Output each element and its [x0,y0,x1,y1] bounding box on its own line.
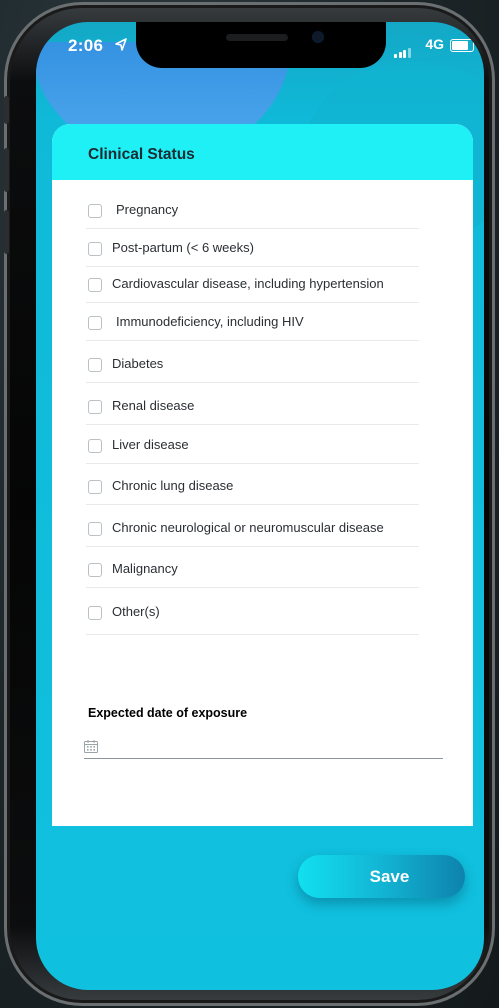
condition-label: Post-partum (< 6 weeks) [112,240,254,255]
status-bar: 2:06 4G [36,22,484,80]
clinical-status-card: Clinical Status Pregnancy Post-partum (<… [52,124,473,826]
condition-label: Malignancy [112,561,178,576]
condition-label: Chronic neurological or neuromuscular di… [112,520,384,535]
calendar-icon[interactable] [84,740,98,753]
checkbox[interactable] [88,563,102,577]
condition-item[interactable]: Cardiovascular disease, including hypert… [86,276,419,303]
card-title: Clinical Status [88,146,195,163]
checkbox[interactable] [88,439,102,453]
condition-item[interactable]: Post-partum (< 6 weeks) [86,240,419,267]
location-arrow-icon [115,38,127,51]
checkbox[interactable] [88,400,102,414]
front-camera [312,31,324,43]
condition-label: Immunodeficiency, including HIV [116,314,304,329]
condition-item[interactable]: Diabetes [86,356,419,383]
checkbox[interactable] [88,480,102,494]
checkbox[interactable] [88,522,102,536]
notch [136,22,386,68]
condition-label: Diabetes [112,356,164,371]
condition-item[interactable]: Renal disease [86,398,419,425]
condition-item[interactable]: Liver disease [86,437,419,464]
condition-label: Cardiovascular disease, including hypert… [112,276,384,291]
checkbox[interactable] [88,358,102,372]
checkbox[interactable] [88,316,102,330]
status-time: 2:06 [68,36,104,55]
battery-icon [450,39,474,52]
signal-icon [394,40,412,58]
checkbox[interactable] [88,606,102,620]
checkbox[interactable] [88,204,102,218]
condition-label: Liver disease [112,437,189,452]
checkbox[interactable] [88,278,102,292]
condition-label: Pregnancy [116,202,179,217]
save-button-label: Save [369,867,410,886]
save-button[interactable]: Save [298,855,465,898]
date-field-label: Expected date of exposure [88,706,248,720]
condition-item[interactable]: Chronic neurological or neuromuscular di… [86,520,419,547]
condition-label: Renal disease [112,398,195,413]
condition-label: Chronic lung disease [112,478,234,493]
condition-item[interactable]: Chronic lung disease [86,478,419,505]
condition-label: Other(s) [112,604,160,619]
condition-item[interactable]: Immunodeficiency, including HIV [86,314,419,341]
checkbox[interactable] [88,242,102,256]
condition-item[interactable]: Pregnancy [86,202,419,229]
app-screen: 2:06 4G Clinical Status Pregnancy Post-p… [36,22,484,990]
volume-up-button [4,148,9,192]
mute-switch [4,96,9,124]
condition-item[interactable]: Other(s) [86,604,419,635]
network-label: 4G [425,36,444,52]
date-input[interactable] [84,734,443,759]
condition-item[interactable]: Malignancy [86,561,419,588]
volume-down-button [4,210,9,254]
speaker-grille [226,34,288,41]
